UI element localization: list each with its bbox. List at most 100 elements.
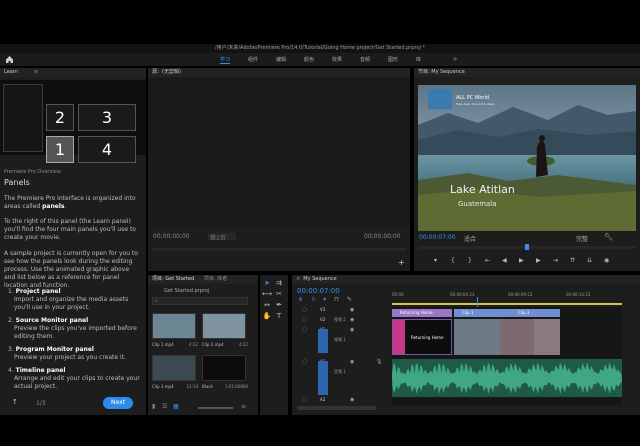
diagram-panel-2: 2 [46, 104, 74, 131]
snap-icon[interactable]: ⋔ [298, 296, 303, 303]
learn-tab[interactable]: Learn [4, 69, 18, 75]
extract-icon[interactable]: ⇊ [587, 257, 592, 264]
type-tool-icon[interactable]: T [274, 312, 284, 320]
project-tab[interactable]: 项目: Get Started [152, 276, 194, 282]
lock-track-icon[interactable]: ▢ [302, 317, 307, 323]
clip-1-v2[interactable]: Clip 1 [454, 309, 500, 317]
clip-3-v1[interactable] [534, 319, 560, 355]
go-to-in-icon[interactable]: ⇤ [485, 257, 490, 264]
workspace-tab[interactable]: 效果 [332, 56, 342, 63]
step-back-icon[interactable]: ◀ [502, 257, 507, 264]
marker-icon[interactable]: ▾ [323, 296, 326, 303]
clip-duration: 1:01:00000 [224, 384, 248, 389]
mark-in-icon[interactable]: { [451, 257, 455, 264]
hand-tool-icon[interactable]: ✋ [262, 312, 272, 320]
project-clip-item[interactable]: Clip 1.mp4 4:22 [152, 313, 198, 353]
clip-name: Clip 3.mp4 [152, 384, 174, 389]
home-icon[interactable] [5, 55, 14, 64]
source-tab[interactable]: 源：(无剪辑) [148, 68, 410, 77]
wrench-icon[interactable]: 🔧︎ [604, 233, 613, 241]
ruler-tick-label: 00:00:14:23 [566, 292, 591, 297]
source-patch[interactable] [318, 361, 328, 395]
linked-selection-icon[interactable]: ∩ [311, 296, 315, 303]
slip-tool-icon[interactable]: ↔ [262, 301, 272, 309]
lock-track-icon[interactable]: ▢ [302, 397, 307, 403]
clip-3-v2[interactable]: Clip 3 [500, 309, 560, 317]
source-patch[interactable] [318, 329, 328, 353]
pen-tool-icon[interactable]: ✒ [274, 301, 284, 309]
eye-icon[interactable]: ◉ [350, 397, 354, 403]
timeline-tab[interactable]: × My Sequence [292, 275, 640, 284]
mic-icon[interactable]: 🎙︎ [376, 359, 382, 365]
source-timecode-left: 00;00;00;00 [153, 233, 190, 240]
list-view-icon[interactable]: ☰ [162, 403, 167, 410]
program-title-line2: Guatemala [458, 200, 497, 208]
source-page-dropdown[interactable]: 第1页 [208, 233, 236, 242]
eye-icon[interactable]: ◉ [350, 307, 354, 313]
workspace-more-button[interactable]: » [453, 55, 457, 63]
lock-track-icon[interactable]: ▢ [302, 307, 307, 313]
learn-list-item: 1. Project panel Import and organize the … [8, 288, 142, 312]
program-tab[interactable]: 节目: My Sequence [414, 68, 640, 77]
selection-tool-icon[interactable]: ➤ [262, 279, 272, 287]
markers-icon[interactable]: ⊓ [334, 296, 339, 303]
lock-icon[interactable]: ▮ [152, 403, 155, 410]
icon-view-icon[interactable]: ▦ [173, 403, 179, 410]
workspace-tab[interactable]: 组件 [248, 56, 258, 63]
lock-track-icon[interactable]: ▢ [302, 327, 307, 333]
playhead-marker[interactable] [525, 244, 529, 250]
eye-icon[interactable]: ◉ [350, 317, 354, 323]
forward-select-icon[interactable]: ⇉ [274, 279, 284, 287]
source-scrubber[interactable] [152, 248, 406, 251]
library-tab[interactable]: 项目: 库者 [204, 276, 227, 282]
program-fit-dropdown[interactable]: 适合 [464, 234, 476, 243]
play-icon[interactable]: ▶ [519, 257, 524, 264]
clip-2-v1[interactable] [500, 319, 534, 355]
workspace-tab[interactable]: 学习 [220, 56, 231, 64]
track-name[interactable]: V2 [320, 317, 325, 322]
add-button-icon[interactable]: + [398, 258, 405, 267]
ripple-edit-icon[interactable]: ⟷ [262, 290, 272, 298]
timeline-scrollbar[interactable] [297, 406, 377, 410]
arrow-up-icon[interactable]: ↑ [12, 398, 18, 406]
razor-icon[interactable]: ✂ [274, 290, 284, 298]
audio-clip-a1[interactable] [392, 359, 622, 397]
program-scrubber[interactable] [418, 244, 636, 250]
title-clip[interactable]: Returning Home [392, 309, 452, 317]
workspace-tab[interactable]: 图形 [388, 56, 398, 63]
lock-track-icon[interactable]: ▢ [302, 359, 307, 365]
marker-icon[interactable]: ▾ [434, 257, 437, 264]
workspace-tab[interactable]: 库 [416, 56, 421, 63]
track-name[interactable]: A2 [320, 397, 325, 402]
project-clip-item[interactable]: Clip 2.mp4 4:22 [202, 313, 248, 353]
step-forward-icon[interactable]: ▶ [536, 257, 541, 264]
workspace-tab[interactable]: 音频 [360, 56, 370, 63]
eye-icon[interactable]: ◉ [350, 359, 354, 365]
title-clip-v1[interactable]: Returning Home [392, 319, 452, 355]
clip-1-v1[interactable] [454, 319, 500, 355]
waveform-shape [392, 362, 622, 394]
lift-icon[interactable]: ⇈ [570, 257, 575, 264]
panel-menu-icon[interactable]: ≡ [34, 68, 38, 77]
track-name[interactable]: V3 [320, 307, 325, 312]
track-headers: V3▢◉V2▢◉视频 2V1▢◉视频 1A1▢◉音频 1🎙︎A2▢◉ [298, 307, 390, 405]
eye-icon[interactable]: ◉ [350, 327, 354, 333]
workspace-tab[interactable]: 编辑 [276, 56, 286, 63]
search-input[interactable]: ⌕ [152, 297, 248, 305]
mark-out-icon[interactable]: } [468, 257, 472, 264]
track-header: A2 ▢ ◉ [298, 397, 390, 405]
close-icon[interactable]: × [296, 276, 300, 282]
clip-thumbnail [152, 313, 196, 339]
go-to-out-icon[interactable]: ⇥ [553, 257, 558, 264]
timeline-ruler[interactable]: 00:00 00:00:04:23 00:00:09:23 00:00:14:23 [392, 291, 622, 303]
program-resolution-dropdown[interactable]: 完整 [576, 234, 588, 243]
sort-icon[interactable]: ≡ [241, 403, 246, 410]
project-clip-item[interactable]: Black 1:01:00000 [202, 355, 248, 395]
settings-wrench-icon[interactable]: ✎ [347, 296, 352, 303]
zoom-slider[interactable] [198, 407, 233, 409]
list-item-number: 1. [8, 288, 16, 295]
next-button[interactable]: Next [103, 397, 133, 409]
workspace-tab[interactable]: 颜色 [304, 56, 314, 63]
export-frame-icon[interactable]: ◉ [604, 257, 609, 264]
project-clip-item[interactable]: Clip 3.mp4 12:14 [152, 355, 198, 395]
